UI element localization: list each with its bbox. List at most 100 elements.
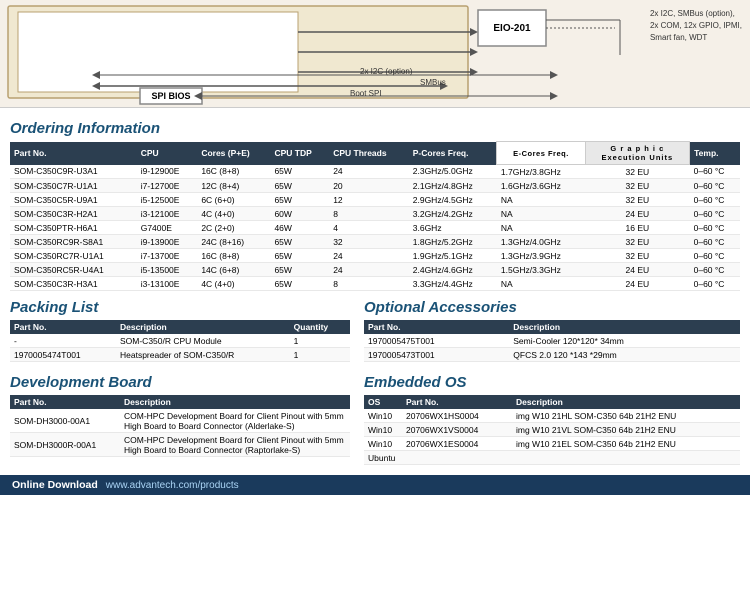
- ordering-cell: SOM-C350C3R-H2A1: [10, 207, 137, 221]
- os-cell: Win10: [364, 437, 402, 451]
- ordering-row: SOM-C350RC9R-S8A1i9-13900E24C (8+16)65W3…: [10, 235, 740, 249]
- ordering-cell: 32 EU: [585, 235, 690, 249]
- ordering-cell: 3.2GHz/4.2GHz: [409, 207, 497, 221]
- ordering-cell: 24: [329, 249, 409, 263]
- ordering-cell: 65W: [270, 249, 329, 263]
- ordering-cell: 24 EU: [585, 277, 690, 291]
- ordering-cell: NA: [497, 193, 585, 207]
- ordering-cell: 24 EU: [585, 263, 690, 277]
- packing-cell: 1: [290, 334, 350, 348]
- ordering-col-pfreq: P-Cores Freq.: [409, 142, 497, 165]
- ordering-cell: 1.9GHz/5.1GHz: [409, 249, 497, 263]
- ordering-cell: 6C (6+0): [197, 193, 270, 207]
- os-row: Ubuntu: [364, 451, 740, 465]
- diagram-area: EIO-201 SPI BIOS 2x I2C, SMBus (option),…: [0, 0, 750, 108]
- ordering-cell: 32: [329, 235, 409, 249]
- ordering-cell: 24: [329, 263, 409, 277]
- ordering-heading: Ordering Information: [10, 120, 740, 137]
- os-cell: img W10 21EL SOM-C350 64b 21H2 ENU: [512, 437, 740, 451]
- ordering-cell: 1.5GHz/3.3GHz: [497, 263, 585, 277]
- ordering-cell: 65W: [270, 179, 329, 193]
- ordering-cell: 0–60 °C: [690, 221, 740, 235]
- devboard-row: SOM-DH3000-00A1COM-HPC Development Board…: [10, 409, 350, 433]
- os-row: Win1020706WX1VS0004img W10 21VL SOM-C350…: [364, 423, 740, 437]
- ordering-cell: i9-13900E: [137, 235, 198, 249]
- embeddedos-heading: Embedded OS: [364, 374, 740, 391]
- optional-cell: Semi-Cooler 120*120* 34mm: [509, 334, 740, 348]
- ordering-cell: 8: [329, 207, 409, 221]
- ordering-row: SOM-C350PTR-H6A1G7400E2C (2+0)46W43.6GHz…: [10, 221, 740, 235]
- footer-label: Online Download: [12, 479, 98, 491]
- ordering-cell: NA: [497, 207, 585, 221]
- optional-col-partno: Part No.: [364, 320, 509, 334]
- ordering-col-temp: Temp.: [690, 142, 740, 165]
- ordering-cell: 20: [329, 179, 409, 193]
- ordering-cell: SOM-C350PTR-H6A1: [10, 221, 137, 235]
- ordering-col-threads: CPU Threads: [329, 142, 409, 165]
- packing-cell: SOM-C350/R CPU Module: [116, 334, 290, 348]
- packing-col-partno: Part No.: [10, 320, 116, 334]
- os-cell: 20706WX1ES0004: [402, 437, 512, 451]
- ordering-cell: 14C (6+8): [197, 263, 270, 277]
- ordering-cell: SOM-C350C5R-U9A1: [10, 193, 137, 207]
- os-cell: 20706WX1HS0004: [402, 409, 512, 423]
- ordering-cell: 65W: [270, 277, 329, 291]
- packing-row: 1970005474T001Heatspreader of SOM-C350/R…: [10, 348, 350, 362]
- ordering-row: SOM-C350C7R-U1A1i7-12700E12C (8+4)65W202…: [10, 179, 740, 193]
- footer-bar: Online Download www.advantech.com/produc…: [0, 475, 750, 495]
- devboard-heading: Development Board: [10, 374, 350, 391]
- packing-row: -SOM-C350/R CPU Module1: [10, 334, 350, 348]
- ordering-cell: 2.4GHz/4.6GHz: [409, 263, 497, 277]
- ordering-cell: 8: [329, 277, 409, 291]
- os-cell: 20706WX1VS0004: [402, 423, 512, 437]
- devboard-col-partno: Part No.: [10, 395, 120, 409]
- ordering-cell: 2.3GHz/5.0GHz: [409, 165, 497, 179]
- os-cell: [512, 451, 740, 465]
- ordering-table: Part No. CPU Cores (P+E) CPU TDP CPU Thr…: [10, 141, 740, 291]
- ordering-cell: i9-12900E: [137, 165, 198, 179]
- ordering-cell: 0–60 °C: [690, 263, 740, 277]
- os-row: Win1020706WX1HS0004img W10 21HL SOM-C350…: [364, 409, 740, 423]
- devboard-cell: SOM-DH3000R-00A1: [10, 433, 120, 457]
- ordering-cell: 2.1GHz/4.8GHz: [409, 179, 497, 193]
- ordering-cell: SOM-C350RC9R-S8A1: [10, 235, 137, 249]
- ordering-row: SOM-C350C5R-U9A1i5-12500E6C (6+0)65W122.…: [10, 193, 740, 207]
- ordering-col-cpu: CPU: [137, 142, 198, 165]
- packing-cell: -: [10, 334, 116, 348]
- ordering-row: SOM-C350C3R-H2A1i3-12100E4C (4+0)60W83.2…: [10, 207, 740, 221]
- os-col-os: OS: [364, 395, 402, 409]
- bus-label-bootspi: Boot SPI: [350, 89, 382, 98]
- os-cell: [402, 451, 512, 465]
- devboard-cell: COM-HPC Development Board for Client Pin…: [120, 433, 350, 457]
- ordering-cell: 3.6GHz: [409, 221, 497, 235]
- packing-cell: Heatspreader of SOM-C350/R: [116, 348, 290, 362]
- devboard-section: Development Board Part No. Description S…: [10, 368, 350, 467]
- ordering-cell: 32 EU: [585, 249, 690, 263]
- ordering-cell: 0–60 °C: [690, 249, 740, 263]
- optional-cell: 1970005475T001: [364, 334, 509, 348]
- eio-right-labels: 2x I2C, SMBus (option), 2x COM, 12x GPIO…: [650, 8, 742, 44]
- ordering-col-efreq: E-Cores Freq.: [497, 142, 585, 165]
- embeddedos-section: Embedded OS OS Part No. Description Win1…: [364, 368, 740, 467]
- os-cell: img W10 21VL SOM-C350 64b 21H2 ENU: [512, 423, 740, 437]
- ordering-cell: 32 EU: [585, 179, 690, 193]
- ordering-cell: 4C (4+0): [197, 277, 270, 291]
- embeddedos-table: OS Part No. Description Win1020706WX1HS0…: [364, 395, 740, 465]
- two-col-dev-os: Development Board Part No. Description S…: [10, 368, 740, 467]
- os-col-desc: Description: [512, 395, 740, 409]
- ordering-col-cores: Cores (P+E): [197, 142, 270, 165]
- svg-text:SPI BIOS: SPI BIOS: [151, 91, 190, 101]
- ordering-cell: G7400E: [137, 221, 198, 235]
- os-col-partno: Part No.: [402, 395, 512, 409]
- ordering-cell: 0–60 °C: [690, 165, 740, 179]
- ordering-cell: SOM-C350C9R-U3A1: [10, 165, 137, 179]
- ordering-cell: i3-13100E: [137, 277, 198, 291]
- ordering-cell: 0–60 °C: [690, 207, 740, 221]
- bus-label-smbus: SMBus: [420, 78, 446, 87]
- packing-table: Part No. Description Quantity -SOM-C350/…: [10, 320, 350, 362]
- devboard-row: SOM-DH3000R-00A1COM-HPC Development Boar…: [10, 433, 350, 457]
- packing-col-desc: Description: [116, 320, 290, 334]
- packing-heading: Packing List: [10, 299, 350, 316]
- ordering-cell: SOM-C350C7R-U1A1: [10, 179, 137, 193]
- svg-text:EIO-201: EIO-201: [493, 23, 531, 34]
